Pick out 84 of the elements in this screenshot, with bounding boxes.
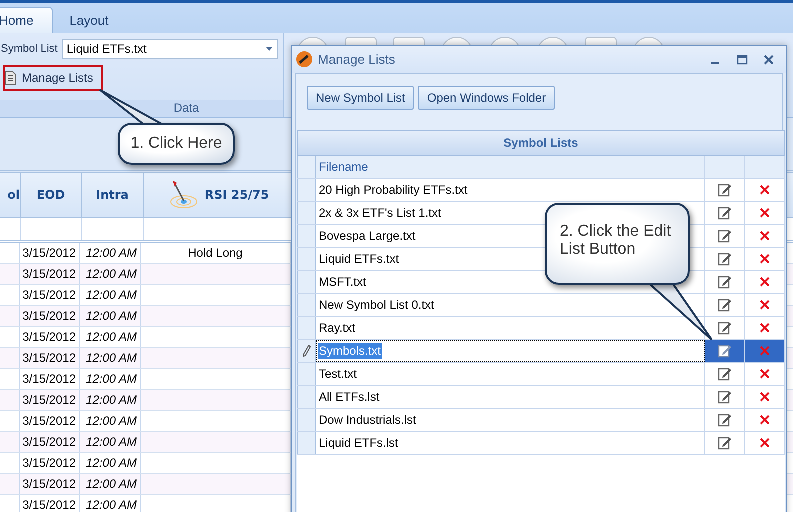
edit-icon[interactable] xyxy=(718,183,732,197)
date-cell: 3/15/2012 xyxy=(22,246,76,260)
time-cell: 12:00 AM xyxy=(86,435,137,449)
edit-icon[interactable] xyxy=(718,413,732,427)
edit-icon[interactable] xyxy=(718,390,732,404)
callout-box: 2. Click the Edit List Button xyxy=(545,203,690,285)
time-cell: 12:00 AM xyxy=(86,393,137,407)
date-cell: 3/15/2012 xyxy=(22,309,76,323)
panel-title: Symbol Lists xyxy=(297,130,785,156)
manage-lists-button[interactable]: Manage Lists xyxy=(22,71,94,85)
filename-cell[interactable]: 20 High Probability ETFs.txt xyxy=(318,182,469,198)
edit-icon[interactable] xyxy=(718,321,732,335)
time-cell: 12:00 AM xyxy=(86,414,137,428)
edit-icon[interactable] xyxy=(718,367,732,381)
column-header[interactable]: EOD xyxy=(36,188,66,202)
time-cell: 12:00 AM xyxy=(86,267,137,281)
delete-icon[interactable] xyxy=(760,185,770,195)
filename-cell[interactable]: Symbols.txt xyxy=(318,343,382,359)
symbol-list-dropdown[interactable]: Liquid ETFs.txt xyxy=(62,39,278,59)
group-label: Data xyxy=(0,100,283,117)
date-cell: 3/15/2012 xyxy=(22,414,76,428)
delete-icon[interactable] xyxy=(760,208,770,218)
ribbon-tab[interactable]: Layout xyxy=(52,7,128,33)
time-cell: 12:00 AM xyxy=(86,246,137,260)
document-icon xyxy=(5,71,16,85)
filename-cell[interactable]: New Symbol List 0.txt xyxy=(318,297,436,313)
delete-icon[interactable] xyxy=(760,231,770,241)
time-cell: 12:00 AM xyxy=(86,372,137,386)
edit-icon[interactable] xyxy=(718,229,732,243)
time-cell: 12:00 AM xyxy=(86,351,137,365)
date-cell: 3/15/2012 xyxy=(22,330,76,344)
edit-icon[interactable] xyxy=(718,206,732,220)
date-cell: 3/15/2012 xyxy=(22,477,76,491)
callout-box: 1. Click Here xyxy=(118,123,235,165)
date-cell: 3/15/2012 xyxy=(22,351,76,365)
filename-cell[interactable]: Liquid ETFs.lst xyxy=(318,435,400,451)
edit-icon[interactable] xyxy=(718,436,732,450)
toolbar-button[interactable]: New Symbol List xyxy=(307,86,414,110)
app-logo-icon xyxy=(296,51,313,68)
time-cell: 12:00 AM xyxy=(86,288,137,302)
pencil-icon xyxy=(302,345,310,357)
filename-cell[interactable]: Bovespa Large.txt xyxy=(318,228,417,244)
edit-icon[interactable] xyxy=(718,298,732,312)
time-cell: 12:00 AM xyxy=(86,330,137,344)
date-cell: 3/15/2012 xyxy=(22,456,76,470)
time-cell: 12:00 AM xyxy=(86,456,137,470)
filename-cell[interactable]: Test.txt xyxy=(318,366,358,382)
delete-icon[interactable] xyxy=(760,277,770,287)
date-cell: 3/15/2012 xyxy=(22,372,76,386)
time-cell: 12:00 AM xyxy=(86,498,137,512)
delete-icon[interactable] xyxy=(760,438,770,448)
signal-cell: Hold Long xyxy=(188,246,243,260)
date-cell: 3/15/2012 xyxy=(22,498,76,512)
symbol-list-label: Symbol List xyxy=(1,43,58,55)
delete-icon[interactable] xyxy=(760,254,770,264)
edit-icon[interactable] xyxy=(718,344,732,358)
filename-cell[interactable]: 2x & 3x ETF's List 1.txt xyxy=(318,205,442,221)
edit-icon[interactable] xyxy=(718,275,732,289)
delete-icon[interactable] xyxy=(760,392,770,402)
delete-icon[interactable] xyxy=(760,369,770,379)
delete-icon[interactable] xyxy=(760,323,770,333)
time-cell: 12:00 AM xyxy=(86,309,137,323)
toolbar-button[interactable]: Open Windows Folder xyxy=(418,86,556,110)
delete-icon[interactable] xyxy=(760,300,770,310)
ribbon-tab[interactable]: Home xyxy=(0,7,53,33)
filename-cell[interactable]: Dow Industrials.lst xyxy=(318,412,418,428)
date-cell: 3/15/2012 xyxy=(22,393,76,407)
date-cell: 3/15/2012 xyxy=(22,267,76,281)
filename-cell[interactable]: Ray.txt xyxy=(318,320,356,336)
filename-cell[interactable]: Liquid ETFs.txt xyxy=(318,251,400,267)
column-header[interactable]: Filename xyxy=(318,159,370,175)
date-cell: 3/15/2012 xyxy=(22,288,76,302)
column-header[interactable]: RSI 25/75 xyxy=(204,188,270,202)
delete-icon[interactable] xyxy=(760,415,770,425)
date-cell: 3/15/2012 xyxy=(22,435,76,449)
column-header[interactable]: Intra xyxy=(96,188,129,202)
filename-cell[interactable]: All ETFs.lst xyxy=(318,389,381,405)
target-icon xyxy=(168,180,199,210)
edit-icon[interactable] xyxy=(718,252,732,266)
time-cell: 12:00 AM xyxy=(86,477,137,491)
window-title: Manage Lists xyxy=(318,52,396,67)
filename-cell[interactable]: MSFT.txt xyxy=(318,274,368,290)
column-header[interactable]: ol xyxy=(8,188,20,202)
caret-icon xyxy=(266,47,273,51)
